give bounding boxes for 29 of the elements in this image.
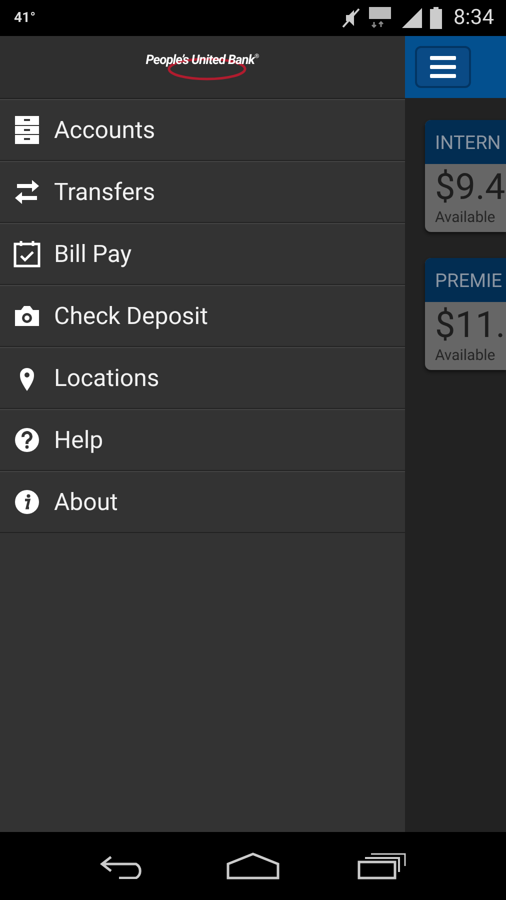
info-icon bbox=[12, 487, 42, 517]
account-name: PREMIE bbox=[435, 268, 502, 292]
menu-item[interactable]: Bill Pay bbox=[0, 223, 405, 285]
battery-icon bbox=[430, 7, 442, 29]
menu-item[interactable]: Help bbox=[0, 409, 405, 471]
balance-caption: Available bbox=[435, 208, 496, 226]
menu-item[interactable]: Check Deposit bbox=[0, 285, 405, 347]
menu-item[interactable]: Locations bbox=[0, 347, 405, 409]
clock: 8:34 bbox=[454, 6, 494, 30]
recent-apps-icon[interactable] bbox=[357, 852, 408, 880]
account-card[interactable]: INTERN $9.4 Available bbox=[425, 120, 506, 232]
menu-item[interactable]: About bbox=[0, 471, 405, 533]
account-balance: $9.4 bbox=[435, 166, 506, 208]
menu-item[interactable]: Transfers bbox=[0, 161, 405, 223]
calendar-check-icon bbox=[12, 239, 42, 269]
menu-button[interactable] bbox=[415, 46, 471, 88]
temperature: 41° bbox=[14, 10, 37, 26]
mute-icon bbox=[342, 8, 360, 28]
balance-caption: Available bbox=[435, 346, 496, 364]
account-name: INTERN bbox=[435, 130, 501, 154]
account-card[interactable]: PREMIE $11. Available bbox=[425, 258, 506, 370]
network-4g-icon bbox=[368, 6, 394, 30]
menu-item[interactable]: Accounts bbox=[0, 99, 405, 161]
menu-icon bbox=[430, 56, 456, 78]
cabinet-icon bbox=[12, 115, 42, 145]
help-icon bbox=[12, 425, 42, 455]
signal-icon bbox=[402, 8, 422, 28]
home-icon[interactable] bbox=[226, 852, 280, 880]
account-balance: $11. bbox=[435, 304, 506, 346]
